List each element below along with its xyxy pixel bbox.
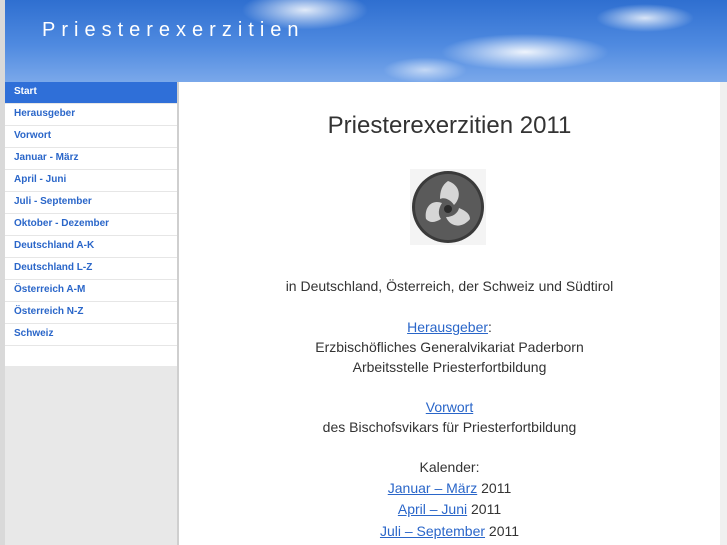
retreat-logo-icon: [410, 169, 486, 245]
vorwort-link[interactable]: Vorwort: [426, 399, 473, 415]
page-title: Priesterexerzitien 2011: [327, 112, 572, 139]
menu-item-deutschland-l-z[interactable]: Deutschland L-Z: [5, 258, 177, 280]
kalender-link-januar-maerz[interactable]: Januar – März: [388, 480, 477, 496]
nav-menu: Start Herausgeber Vorwort Januar - März …: [5, 82, 177, 346]
main-content: Priesterexerzitien 2011 in Deutschland, …: [179, 82, 720, 545]
menu-item-april-juni[interactable]: April - Juni: [5, 170, 177, 192]
herausgeber-colon: :: [488, 319, 492, 335]
menu-item-start[interactable]: Start: [5, 82, 177, 104]
herausgeber-row: Herausgeber:: [179, 319, 720, 335]
menu-item-oesterreich-n-z[interactable]: Österreich N-Z: [5, 302, 177, 324]
kalender-row-1: Januar – März 2011: [179, 480, 720, 496]
kalender-link-juli-september[interactable]: Juli – September: [380, 523, 485, 539]
header-banner: Priesterexerzitien: [5, 0, 727, 82]
subtitle: in Deutschland, Österreich, der Schweiz …: [285, 278, 614, 294]
kalender-year: 2011: [477, 480, 512, 496]
menu-item-herausgeber[interactable]: Herausgeber: [5, 104, 177, 126]
herausgeber-line1: Erzbischöfliches Generalvikariat Paderbo…: [315, 339, 584, 355]
menu-item-januar-maerz[interactable]: Januar - März: [5, 148, 177, 170]
kalender-link-april-juni[interactable]: April – Juni: [398, 501, 467, 517]
herausgeber-line2: Arbeitsstelle Priesterfortbildung: [352, 359, 547, 375]
menu-item-schweiz[interactable]: Schweiz: [5, 324, 177, 346]
kalender-label: Kalender:: [419, 459, 480, 475]
kalender-row-2: April – Juni 2011: [179, 501, 720, 517]
kalender-year: 2011: [467, 501, 502, 517]
menu-item-oktober-dezember[interactable]: Oktober - Dezember: [5, 214, 177, 236]
site-title: Priesterexerzitien: [42, 19, 305, 41]
sidebar: Start Herausgeber Vorwort Januar - März …: [5, 82, 177, 545]
kalender-row-3: Juli – September 2011: [179, 523, 720, 539]
menu-item-juli-september[interactable]: Juli - September: [5, 192, 177, 214]
kalender-year: 2011: [485, 523, 520, 539]
herausgeber-link[interactable]: Herausgeber: [407, 319, 488, 335]
menu-footer: [5, 346, 177, 366]
scrollbar[interactable]: [720, 82, 727, 545]
page-frame: Priesterexerzitien Start Herausgeber Vor…: [5, 0, 727, 545]
vorwort-row: Vorwort: [179, 399, 720, 415]
vorwort-line: des Bischofsvikars für Priesterfortbildu…: [322, 419, 577, 435]
menu-item-vorwort[interactable]: Vorwort: [5, 126, 177, 148]
menu-item-oesterreich-a-m[interactable]: Österreich A-M: [5, 280, 177, 302]
menu-item-deutschland-a-k[interactable]: Deutschland A-K: [5, 236, 177, 258]
